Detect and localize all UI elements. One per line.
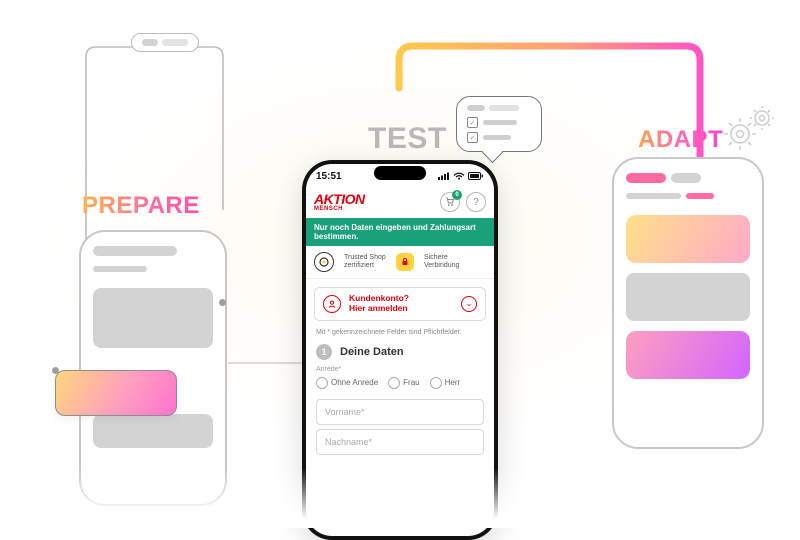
adapt-wireframe-phone	[612, 157, 764, 449]
stage-prepare-label: PREPARE	[82, 192, 200, 220]
vorname-placeholder: Vorname*	[325, 407, 365, 417]
status-icons	[438, 172, 484, 180]
nachname-field[interactable]: Nachname*	[316, 429, 484, 455]
aktion-mensch-logo: AKTION MENSCH	[314, 192, 365, 212]
help-button[interactable]: ?	[466, 192, 486, 212]
chevron-down-icon: ⌄	[461, 296, 477, 312]
prepare-gradient-card	[55, 370, 177, 416]
section-header: 1 Deine Daten	[306, 336, 494, 364]
signal-icon	[438, 172, 450, 180]
progress-banner: Nur noch Daten eingeben und Zahlungsart …	[306, 218, 494, 246]
gears-icon	[720, 104, 778, 154]
user-icon	[323, 295, 341, 313]
trust-badges-row: Trusted Shop zertifiziert Sichere Verbin…	[306, 246, 494, 279]
vorname-field[interactable]: Vorname*	[316, 399, 484, 425]
connector-dot	[52, 367, 59, 374]
radio-ohne-anrede[interactable]: Ohne Anrede	[316, 377, 378, 389]
wifi-icon	[453, 172, 465, 180]
dynamic-island	[374, 166, 426, 180]
step-badge: 1	[316, 344, 332, 360]
trusted-shops-text: Trusted Shop zertifiziert	[344, 254, 386, 269]
speech-bubble: ✓ ✓	[456, 96, 542, 152]
stage-test-label: TEST	[368, 122, 447, 156]
login-prompt[interactable]: Kundenkonto? Hier anmelden ⌄	[314, 287, 486, 321]
help-icon: ?	[473, 197, 479, 208]
pill-chip	[131, 33, 199, 52]
radio-frau[interactable]: Frau	[388, 377, 419, 389]
center-phone-mockup: 15:51 AKTION MENSCH 0 ? Nur	[302, 160, 498, 540]
cart-button[interactable]: 0	[440, 192, 460, 212]
anrede-label: Anrede*	[306, 364, 494, 373]
trusted-shops-icon	[314, 252, 334, 272]
prepare-wireframe-phone	[79, 230, 227, 506]
section-title: Deine Daten	[340, 346, 404, 358]
lock-icon	[396, 253, 414, 271]
secure-connection-text: Sichere Verbindung	[424, 254, 466, 269]
cart-badge: 0	[452, 190, 462, 200]
radio-herr[interactable]: Herr	[430, 377, 461, 389]
app-header: AKTION MENSCH 0 ?	[306, 188, 494, 218]
stage-adapt-label: ADAPT	[638, 126, 723, 154]
login-line1: Kundenkonto?	[349, 293, 409, 303]
connector-dot	[219, 299, 226, 306]
login-line2: Hier anmelden	[349, 303, 408, 313]
nachname-placeholder: Nachname*	[325, 437, 372, 447]
battery-icon	[468, 172, 484, 180]
anrede-radio-group: Ohne Anrede Frau Herr	[306, 373, 494, 395]
status-time: 15:51	[316, 171, 342, 182]
required-fields-note: Mit * gekennzeichnete Felder sind Pflich…	[306, 329, 494, 336]
